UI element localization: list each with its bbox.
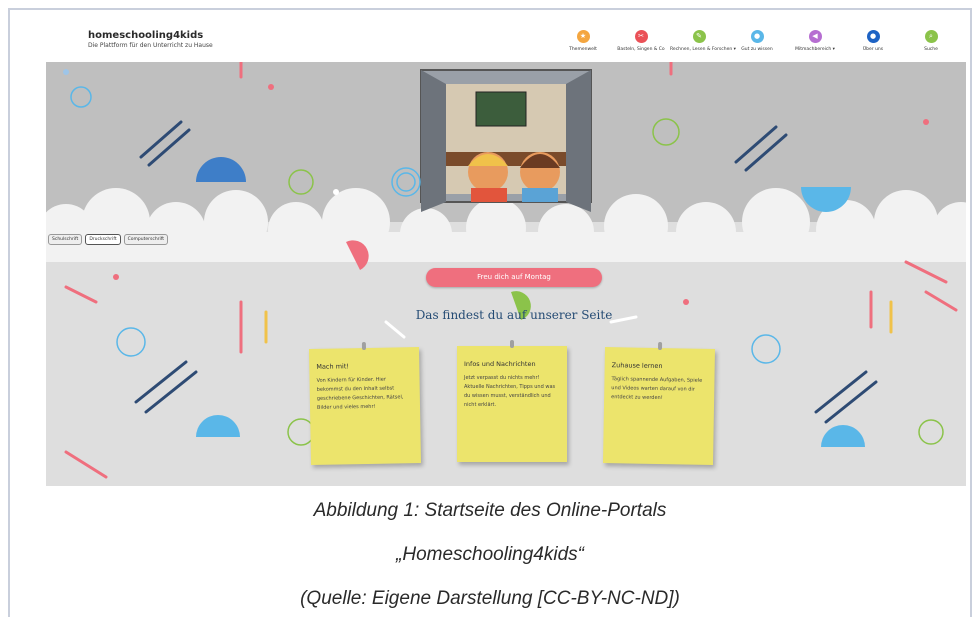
nav-label: Suche — [924, 47, 938, 52]
figure-caption-line-3: (Quelle: Eigene Darstellung [CC-BY-NC-ND… — [300, 588, 680, 609]
bulb-icon: ● — [750, 30, 764, 43]
main-menu: ★ Themenwelt ✂ Basteln, Singen & Co ✎ Re… — [554, 30, 960, 52]
figure-caption-line-1: Abbildung 1: Startseite des Online-Porta… — [313, 500, 667, 521]
nav-item-gut-zu-wissen[interactable]: ● Gut zu wissen — [728, 30, 786, 52]
note-body: Täglich spannende Aufgaben, Spiele und V… — [611, 376, 703, 402]
nav-item-themenwelt[interactable]: ★ Themenwelt — [554, 30, 612, 52]
megaphone-icon: ◀ — [808, 30, 822, 43]
nav-item-basteln[interactable]: ✂ Basteln, Singen & Co — [612, 30, 670, 52]
tab-schulschrift[interactable]: Schulschrift — [48, 234, 83, 245]
pencil-icon: ✎ — [692, 30, 706, 43]
tab-druckschrift[interactable]: Druckschrift — [85, 234, 121, 245]
note-body: Von Kindern für Kinder. Hier bekommst du… — [316, 376, 404, 411]
top-navigation-bar: homeschooling4kids Die Plattform für den… — [46, 24, 966, 62]
nav-label: Themenwelt — [569, 47, 597, 52]
search-icon: ⌕ — [924, 30, 938, 43]
figure-caption-line-2: „Homeschooling4kids“ — [396, 544, 584, 565]
note-card-mach-mit[interactable]: Mach mit! Von Kindern für Kinder. Hier b… — [308, 341, 422, 465]
site-tagline: Die Plattform für den Unterricht zu Haus… — [88, 42, 213, 49]
note-body: Jetzt verpasst du nichts mehr! Aktuelle … — [464, 375, 556, 408]
site-logo[interactable]: homeschooling4kids Die Plattform für den… — [88, 30, 213, 49]
star-icon: ★ — [576, 30, 590, 43]
cta-button[interactable]: Freu dich auf Montag — [426, 268, 602, 287]
pin-icon — [361, 341, 367, 351]
note-card-zuhause[interactable]: Zuhause lernen Täglich spannende Aufgabe… — [602, 341, 716, 465]
note-title: Mach mit! — [316, 362, 350, 371]
website-screenshot: homeschooling4kids Die Plattform für den… — [46, 24, 966, 486]
nav-label: Mitmachbereich ▾ — [795, 47, 835, 52]
nav-label: Über uns — [862, 47, 884, 52]
section-heading: Das findest du auf unserer Seite — [415, 308, 613, 322]
site-name: homeschooling4kids — [88, 30, 204, 41]
nav-item-ueber-uns[interactable]: ● Über uns — [844, 30, 902, 52]
pin-icon — [510, 340, 514, 348]
note-title: Infos und Nachrichten — [464, 360, 536, 368]
pin-icon — [657, 341, 663, 351]
nav-label: Rechnen, Lesen & Forschen ▾ — [670, 47, 736, 52]
note-card-infos[interactable]: Infos und Nachrichten Jetzt verpasst du … — [457, 340, 567, 462]
nav-item-rechnen[interactable]: ✎ Rechnen, Lesen & Forschen ▾ — [670, 30, 736, 52]
font-switcher: Schulschrift Druckschrift Computerschrif… — [48, 234, 169, 245]
scissors-icon: ✂ — [634, 30, 648, 43]
nav-label: Gut zu wissen — [741, 47, 773, 52]
nav-item-suche[interactable]: ⌕ Suche — [902, 30, 960, 52]
nav-label: Basteln, Singen & Co — [617, 47, 665, 52]
group-icon: ● — [866, 30, 880, 43]
note-title: Zuhause lernen — [611, 361, 663, 371]
tab-computerschrift[interactable]: Computerschrift — [123, 234, 169, 245]
nav-item-mitmachbereich[interactable]: ◀ Mitmachbereich ▾ — [786, 30, 844, 52]
